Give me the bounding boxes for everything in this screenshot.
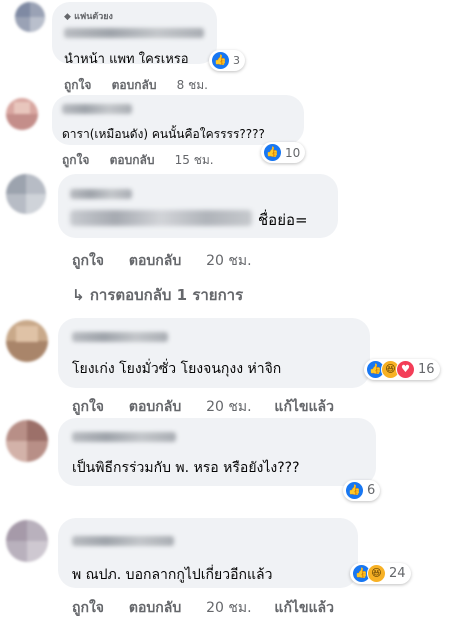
comment: ดารา(เหมือนดัง) คนนั้นคือใครรรร???? 👍 10…: [0, 92, 452, 172]
reply-button[interactable]: ตอบกลับ: [110, 153, 155, 167]
heart-icon: ♥: [396, 360, 415, 379]
comment: พ ณปภ. บอกลากกูไปเกี่ยวอีกแล้ว 👍 😆 24 ถู…: [0, 512, 452, 616]
author-name[interactable]: [62, 104, 132, 114]
comment-text: ชื่อย่อ=: [258, 211, 308, 229]
like-button[interactable]: ถูกใจ: [64, 78, 91, 92]
comment-text: นำหน้า แพท ใครเหรอ: [64, 52, 189, 67]
comment: โยงเก่ง โยงมั่วซั่ว โยงจนกุงง ห่าจิก 👍 😆…: [0, 312, 452, 415]
reply-arrow-icon: ↳: [72, 286, 85, 304]
comment: ชื่อย่อ= ถูกใจ ตอบกลับ 20 ชม. ↳ การตอบกล…: [0, 172, 452, 312]
fan-badge: ◆ แฟนตัวยง: [64, 12, 113, 22]
timestamp[interactable]: 20 ชม.: [206, 600, 251, 616]
author-name[interactable]: [64, 28, 204, 38]
author-name[interactable]: [70, 189, 132, 199]
comment-text: ดารา(เหมือนดัง) คนนั้นคือใครรรร????: [62, 127, 265, 141]
avatar[interactable]: [6, 420, 48, 462]
comment-text: พ ณปภ. บอกลากกูไปเกี่ยวอีกแล้ว: [72, 567, 273, 583]
comment-text: เป็นพิธีกรร่วมกับ พ. หรอ หรือยังไง???: [72, 460, 300, 476]
author-name[interactable]: [72, 432, 176, 442]
avatar[interactable]: [6, 174, 46, 214]
redacted-text: [70, 210, 252, 226]
reaction-summary[interactable]: 👍 10: [261, 142, 306, 163]
reaction-summary[interactable]: 👍 6: [343, 480, 381, 501]
timestamp[interactable]: 15 ชม.: [175, 153, 214, 167]
like-button[interactable]: ถูกใจ: [72, 600, 104, 616]
author-name[interactable]: [72, 332, 168, 342]
comment-actions: ถูกใจ ตอบกลับ 20 ชม.: [72, 250, 268, 272]
laughing-face-icon: 😆: [367, 564, 386, 583]
author-name[interactable]: [72, 536, 174, 546]
diamond-icon: ◆: [64, 12, 71, 22]
thumbs-up-icon: 👍: [345, 481, 364, 500]
timestamp[interactable]: 8 ชม.: [177, 78, 208, 92]
reply-button[interactable]: ตอบกลับ: [129, 600, 181, 616]
thumbs-up-icon: 👍: [211, 51, 230, 70]
thumbs-up-icon: 👍: [263, 143, 282, 162]
comment-actions: ถูกใจ ตอบกลับ 15 ชม.: [62, 151, 230, 170]
reply-button[interactable]: ตอบกลับ: [112, 78, 157, 92]
reply-button[interactable]: ตอบกลับ: [129, 253, 181, 269]
avatar[interactable]: [6, 320, 48, 362]
like-button[interactable]: ถูกใจ: [62, 153, 89, 167]
reaction-summary[interactable]: 👍 😆 ♥ 16: [364, 359, 440, 380]
reaction-summary[interactable]: 👍 😆 24: [350, 563, 411, 584]
comment-text: โยงเก่ง โยงมั่วซั่ว โยงจนกุงง ห่าจิก: [72, 361, 282, 377]
avatar[interactable]: [15, 2, 45, 32]
avatar[interactable]: [6, 98, 38, 130]
view-replies-link[interactable]: ↳ การตอบกลับ 1 รายการ: [72, 283, 243, 307]
comment: ◆ แฟนตัวยง นำหน้า แพท ใครเหรอ 👍 3 ถูกใจ …: [0, 0, 452, 95]
comment: เป็นพิธีกรร่วมกับ พ. หรอ หรือยังไง??? 👍 …: [0, 412, 452, 512]
reaction-summary[interactable]: 👍 3: [209, 50, 245, 71]
edited-label[interactable]: แก้ไขแล้ว: [274, 600, 334, 616]
timestamp[interactable]: 20 ชม.: [206, 253, 251, 269]
like-button[interactable]: ถูกใจ: [72, 253, 104, 269]
avatar[interactable]: [6, 520, 48, 562]
comment-actions: ถูกใจ ตอบกลับ 20 ชม. แก้ไขแล้ว: [72, 597, 350, 619]
